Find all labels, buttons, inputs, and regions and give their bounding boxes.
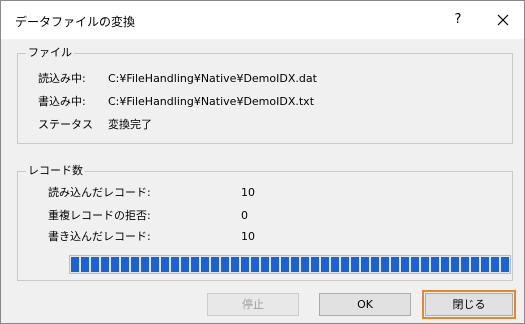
- rejected-records-value: 0: [241, 209, 248, 222]
- read-records-value: 10: [241, 186, 255, 199]
- conversion-progress-bar: [69, 255, 511, 274]
- rejected-records-label: 重複レコードの拒否:: [48, 209, 151, 222]
- writing-label: 書込み中:: [38, 95, 86, 108]
- status-label: ステータス: [38, 118, 93, 131]
- dialog-title: データファイルの変換: [15, 15, 136, 29]
- status-value: 変換完了: [108, 118, 152, 131]
- reading-path: C:¥FileHandling¥Native¥DemoIDX.dat: [108, 72, 317, 85]
- read-records-label: 読み込んだレコード:: [48, 186, 151, 199]
- written-records-label: 書き込んだレコード:: [48, 230, 151, 243]
- help-button[interactable]: ?: [448, 10, 468, 30]
- reading-label: 読込み中:: [38, 72, 86, 85]
- written-records-value: 10: [241, 230, 255, 243]
- writing-path: C:¥FileHandling¥Native¥DemoIDX.txt: [108, 95, 315, 108]
- ok-button[interactable]: OK: [319, 293, 411, 316]
- progress-bar-fill: [71, 257, 510, 272]
- file-group: ファイル 読込み中: C:¥FileHandling¥Native¥DemoID…: [17, 46, 513, 144]
- file-group-legend: ファイル: [26, 46, 74, 60]
- title-bar: データファイルの変換 ?: [1, 1, 524, 39]
- close-button[interactable]: 閉じる: [422, 290, 516, 319]
- stop-button[interactable]: 停止: [207, 293, 299, 316]
- close-icon[interactable]: [493, 10, 513, 30]
- convert-data-file-dialog: データファイルの変換 ? ファイル 読込み中: C:¥FileHandling¥…: [0, 0, 525, 324]
- record-group-legend: レコード数: [26, 164, 85, 178]
